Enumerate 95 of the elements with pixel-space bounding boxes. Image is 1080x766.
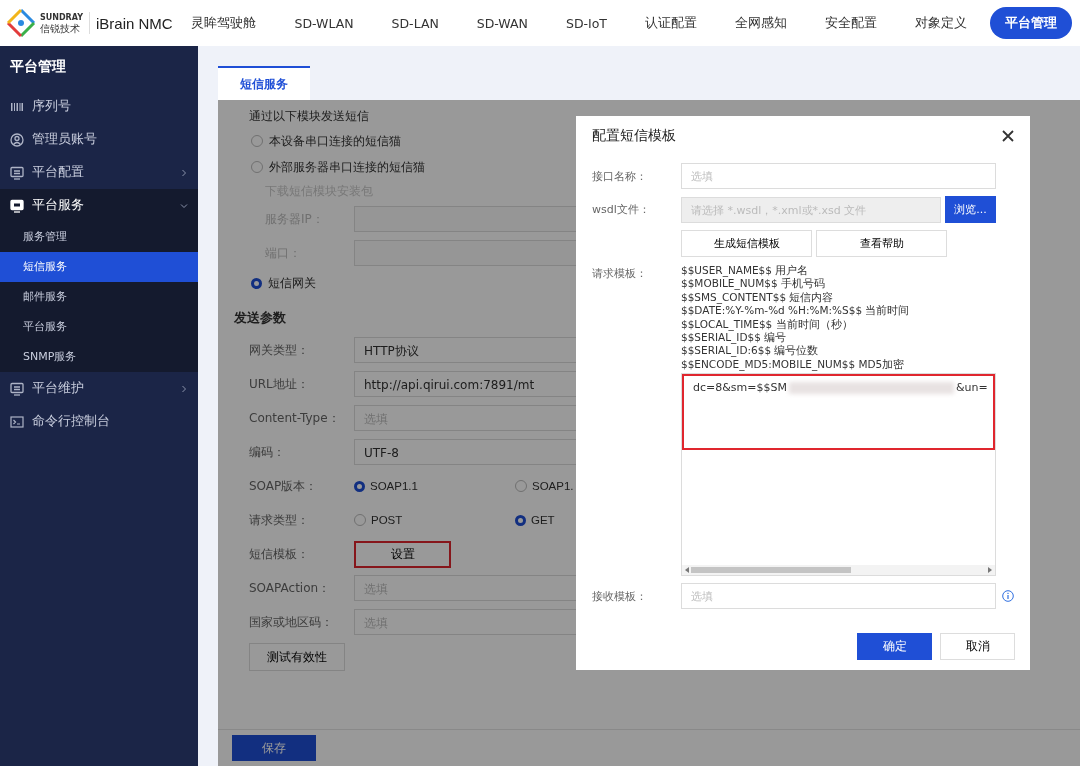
nav-tab[interactable]: 对象定义 [900,7,982,39]
help-text: $$SERIAL_ID:6$$ 编号位数 [681,344,820,358]
chevron-right-icon [180,168,188,177]
sidebar-subitem[interactable]: SNMP服务 [0,342,198,372]
nav-tab[interactable]: 认证配置 [630,7,712,39]
radio-label: POST [371,514,403,526]
sidebar-label: 平台维护 [32,380,85,397]
brand-name-chinese: 信锐技术 [40,23,81,34]
sidebar-subitem[interactable]: 邮件服务 [0,282,198,312]
monitor-icon [10,381,24,396]
logo-icon [6,8,36,38]
info-icon[interactable] [1002,590,1014,603]
field-label: wsdl文件： [592,202,651,217]
monitor-icon [10,165,24,180]
sidebar-subitem[interactable]: 平台服务 [0,312,198,342]
nav-tab[interactable]: 全网感知 [720,7,802,39]
radio-label: GET [531,514,555,526]
field-label: Content-Type： [249,409,341,427]
help-text: $$SERIAL_ID$$ 编号 [681,331,788,345]
field-label: 网关类型： [249,341,310,359]
field-label: URL地址： [249,375,310,393]
radio-button[interactable] [354,514,366,526]
scroll-left-icon[interactable] [685,567,689,574]
field-label: 国家或地区码： [249,613,334,631]
text-area[interactable]: dc=8&sm=$$SM &un= [681,373,996,577]
tab[interactable]: 短信服务 [218,66,310,100]
sidebar-label: 平台配置 [32,164,85,181]
field-label: 请求模板： [592,266,648,281]
close-icon[interactable] [1002,130,1014,142]
help-text: $$USER_NAME$$ 用户名 [681,264,810,277]
radio-button[interactable] [251,161,263,173]
help-text: $$MOBILE_NUM$$ 手机号码 [681,277,827,291]
nav-tab[interactable]: SD-WLAN [279,7,369,39]
field-label: 短信模板： [249,545,310,563]
radio-button[interactable] [251,277,262,289]
dialog-title: 配置短信模板 [592,127,676,145]
field-label: 接收模板： [592,588,648,604]
sidebar-item[interactable]: 命令行控制台 [0,405,198,438]
radio-button[interactable] [251,135,263,147]
nav-tab[interactable]: SD-IoT [550,7,622,39]
nav-tab[interactable]: 灵眸驾驶舱 [176,7,272,39]
test-button[interactable]: 测试有效性 [249,643,345,671]
section-label: 通过以下模块发送短信 [249,108,370,125]
sidebar-subitem[interactable]: 服务管理 [0,222,198,252]
sidebar-label: 平台服务 [32,197,85,214]
action-button[interactable]: 生成短信模板 [681,230,812,257]
field-label: 请求类型： [249,511,310,529]
settings-button[interactable]: 设置 [354,540,451,568]
section-title: 发送参数 [234,309,286,327]
field-label: 编码： [249,443,286,461]
nav-tab[interactable]: 安全配置 [810,7,892,39]
save-button[interactable]: 保存 [232,735,316,761]
chevron-down-icon [180,201,188,210]
chevron-right-icon [180,384,188,393]
help-text: $$SMS_CONTENT$$ 短信内容 [681,290,835,305]
sidebar-label: 命令行控制台 [32,413,111,430]
sidebar-item[interactable]: 序列号 [0,90,198,123]
field-label: SOAPAction： [249,579,332,597]
sidebar-label: 序列号 [32,98,72,115]
sidebar-label: 管理员账号 [32,131,98,148]
sidebar-subitem[interactable]: 短信服务 [0,252,198,282]
radio-label: 短信网关 [268,274,316,292]
radio-label: 本设备串口连接的短信猫 [269,132,401,150]
sidebar-item[interactable]: 管理员账号 [0,123,198,156]
product-name: iBrain NMC [96,14,173,32]
radio-label: SOAP1. [532,480,574,492]
cancel-button[interactable]: 取消 [940,633,1015,661]
radio-label: 外部服务器串口连接的短信猫 [269,158,425,176]
radio-button[interactable] [515,514,526,526]
radio-button[interactable] [354,480,365,492]
action-button[interactable]: 查看帮助 [816,230,947,257]
browse-button[interactable]: 浏览... [945,196,996,223]
sidebar-title: 平台管理 [9,57,67,76]
template-text: &un= [955,381,988,395]
help-text: $$LOCAL_TIME$$ 当前时间（秒） [681,317,854,332]
help-text: $$DATE:%Y-%m-%d %H:%M:%S$$ 当前时间 [681,304,911,318]
field-label: SOAP版本： [249,477,319,495]
confirm-button[interactable]: 确定 [857,633,932,661]
radio-label: SOAP1.1 [370,480,418,492]
scroll-right-icon[interactable] [988,567,992,574]
terminal-icon [10,414,24,429]
field-label: 接口名称： [592,168,648,184]
user-icon [10,132,24,147]
nav-tab[interactable]: 平台管理 [990,7,1072,39]
help-text: $$ENCODE_MD5:MOBILE_NUM$$ MD5加密 [681,357,906,372]
nav-tab[interactable]: SD-WAN [461,7,543,39]
template-text: dc=8&sm=$$SM [693,381,787,395]
monitor-icon [10,198,24,213]
sidebar-item[interactable]: 平台配置 [0,156,198,189]
sidebar-item[interactable]: 平台服务 [0,189,198,222]
horizontal-scrollbar[interactable] [682,565,995,576]
brand-name: SUNDRAY [40,12,83,23]
nav-tab[interactable]: SD-LAN [376,7,454,39]
radio-button[interactable] [515,480,527,492]
sidebar-item[interactable]: 平台维护 [0,372,198,405]
